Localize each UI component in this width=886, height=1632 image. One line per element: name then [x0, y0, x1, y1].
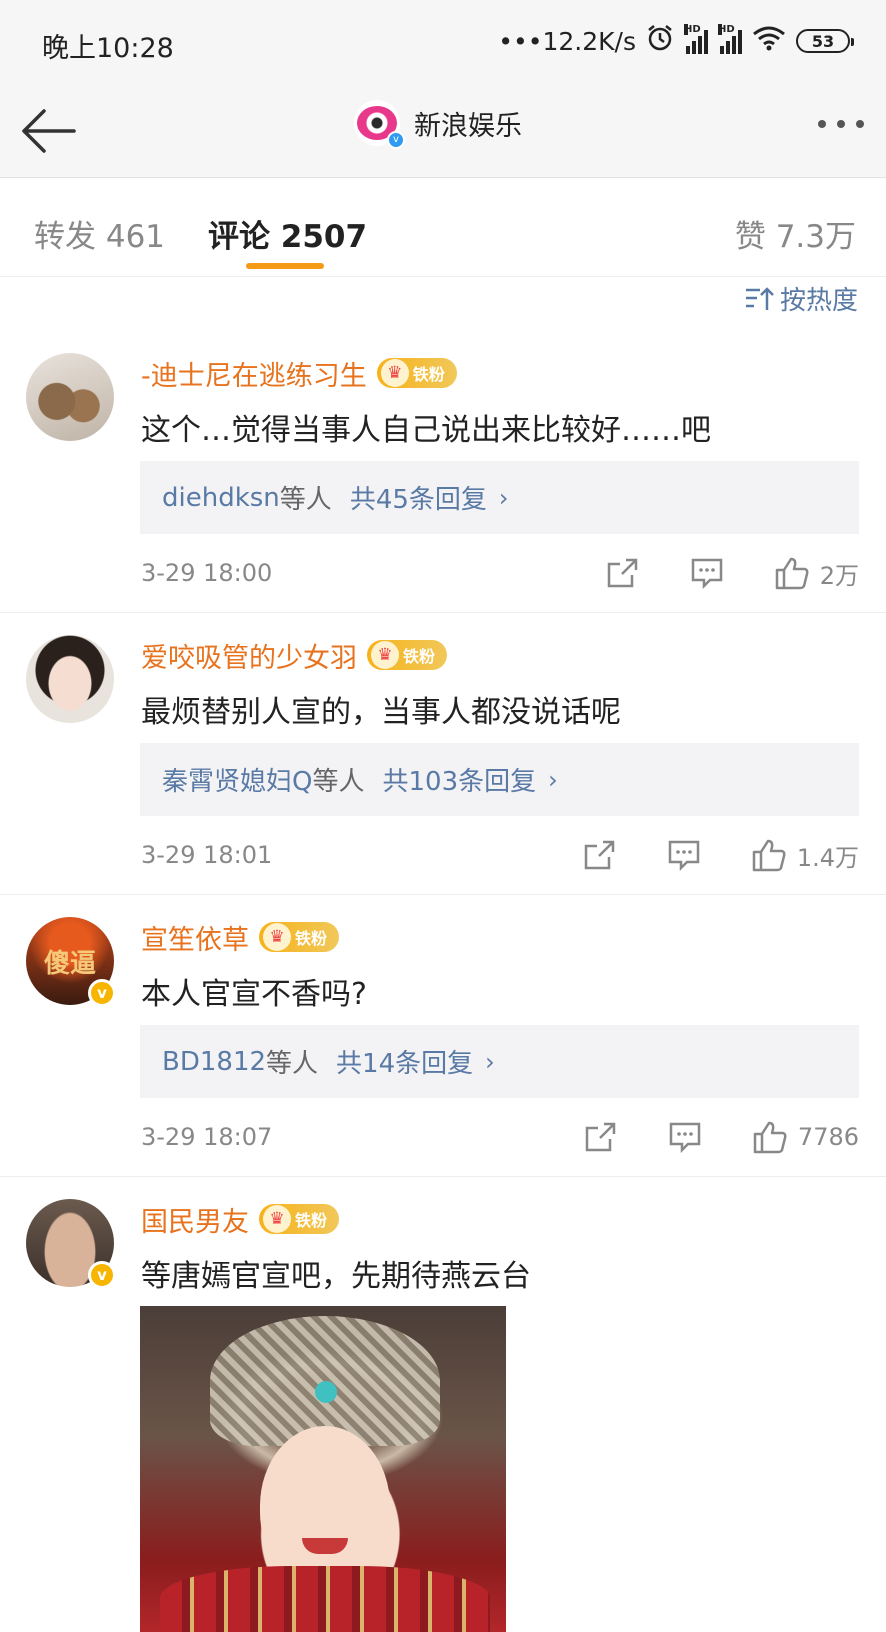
- tab-comment[interactable]: 评论 2507: [208, 211, 367, 256]
- sort-button[interactable]: 按热度: [744, 280, 858, 317]
- crown-icon: ♛: [371, 641, 399, 669]
- fan-badge-label: 铁粉: [412, 365, 445, 384]
- portrait-face: [260, 1426, 390, 1586]
- thumbs-up-icon: [752, 839, 786, 872]
- reply-summary[interactable]: 秦霄贤媳妇Q 等人 共103条回复 ›: [140, 743, 859, 816]
- comment-item: 傻逼 v 宣笙依草 ♛ 铁粉 本人官宣不香吗? BD1812 等人 共14条回复…: [0, 917, 886, 1177]
- back-button[interactable]: [20, 106, 80, 156]
- username[interactable]: 国民男友: [141, 1200, 249, 1239]
- comment-text: 本人官宣不香吗?: [141, 977, 367, 1012]
- comment-item: -迪士尼在逃练习生 ♛ 铁粉 这个…觉得当事人自己说出来比较好……吧 diehd…: [0, 353, 886, 613]
- like-button[interactable]: 7786: [752, 1120, 859, 1154]
- username[interactable]: -迪士尼在逃练习生: [141, 354, 367, 393]
- tab-active-indicator: [246, 263, 324, 269]
- account-header[interactable]: v 新浪娱乐: [354, 100, 522, 149]
- share-icon[interactable]: [584, 1121, 618, 1153]
- like-count: 1.4万: [796, 843, 859, 872]
- account-name[interactable]: 新浪娱乐: [414, 104, 522, 143]
- crown-icon: ♛: [263, 1205, 291, 1233]
- reply-count[interactable]: 共103条回复: [382, 761, 536, 798]
- hd-label: HD: [718, 24, 735, 35]
- alarm-icon: [646, 24, 674, 58]
- sort-label: 按热度: [779, 286, 858, 316]
- hd-label: HD: [684, 24, 701, 35]
- like-count: 2万: [819, 561, 859, 590]
- comment-time: 3-29 18:01: [141, 841, 273, 869]
- network-speed: •••12.2K/s: [498, 26, 636, 56]
- username[interactable]: 爱咬吸管的少女羽: [141, 636, 357, 675]
- avatar[interactable]: [26, 353, 114, 441]
- avatar-text: 傻逼: [43, 948, 96, 979]
- thumbs-up-icon: [753, 1121, 787, 1154]
- comment-item: 爱咬吸管的少女羽 ♛ 铁粉 最烦替别人宣的，当事人都没说话呢 秦霄贤媳妇Q 等人…: [0, 635, 886, 895]
- comment-icon[interactable]: [667, 839, 701, 871]
- reply-count[interactable]: 共14条回复: [336, 1043, 473, 1080]
- more-dots-icon[interactable]: [818, 120, 864, 128]
- reply-summary[interactable]: diehdksn 等人 共45条回复 ›: [140, 461, 859, 534]
- thumbs-up-icon: [775, 557, 809, 590]
- signal-icon-2: HD: [718, 24, 742, 54]
- verified-badge-icon: v: [88, 979, 116, 1007]
- fan-badge-label: 铁粉: [295, 1211, 328, 1230]
- username[interactable]: 宣笙依草: [141, 918, 249, 957]
- arrow-left-icon: [22, 109, 76, 153]
- crown-icon: ♛: [263, 923, 291, 951]
- like-button[interactable]: 1.4万: [751, 838, 859, 873]
- crown-icon: ♛: [380, 359, 409, 387]
- fan-badge-label: 铁粉: [295, 929, 328, 948]
- avatar[interactable]: [26, 635, 114, 723]
- reply-users[interactable]: 秦霄贤媳妇Q: [162, 761, 312, 798]
- reply-etc: 等人: [266, 1049, 319, 1079]
- fan-badge: ♛ 铁粉: [259, 1204, 340, 1234]
- status-bar: 晚上10:28 •••12.2K/s HD HD 53: [0, 0, 886, 84]
- comment-icon[interactable]: [690, 557, 724, 589]
- comment-text: 等唐嫣官宣吧，先期待燕云台: [141, 1259, 531, 1294]
- reply-users[interactable]: diehdksn: [162, 483, 280, 513]
- comment-time: 3-29 18:07: [141, 1123, 273, 1151]
- avatar[interactable]: 傻逼 v: [26, 917, 116, 1007]
- avatar[interactable]: v: [26, 1199, 116, 1289]
- fan-badge: ♛ 铁粉: [376, 358, 457, 388]
- headdress-gem: [315, 1381, 337, 1403]
- account-avatar[interactable]: v: [354, 100, 405, 149]
- comment-image[interactable]: [140, 1306, 506, 1632]
- portrait-robe: [160, 1566, 490, 1632]
- fan-badge-label: 铁粉: [403, 647, 436, 666]
- comment-icon[interactable]: [668, 1121, 702, 1153]
- comment-text: 这个…觉得当事人自己说出来比较好……吧: [141, 413, 711, 448]
- reply-users[interactable]: BD1812: [162, 1047, 266, 1077]
- sort-icon: [745, 286, 774, 310]
- fan-badge: ♛ 铁粉: [367, 640, 448, 670]
- battery-icon: 53: [796, 29, 854, 53]
- like-count: 7786: [797, 1123, 859, 1151]
- status-icons: •••12.2K/s HD HD 53: [498, 24, 854, 58]
- like-button[interactable]: 2万: [774, 556, 859, 591]
- fan-badge: ♛ 铁粉: [259, 922, 340, 952]
- comment-text: 最烦替别人宣的，当事人都没说话呢: [141, 695, 621, 730]
- signal-icon: HD: [684, 24, 708, 54]
- status-time: 晚上10:28: [42, 33, 174, 64]
- reply-etc: 等人: [312, 767, 365, 797]
- tab-like[interactable]: 赞 7.3万: [735, 211, 856, 256]
- tab-bar: 转发 461 评论 2507 赞 7.3万: [0, 179, 886, 277]
- reply-etc: 等人: [279, 485, 332, 515]
- verified-badge-icon: v: [387, 131, 405, 149]
- chevron-right-icon: ›: [485, 1047, 495, 1076]
- share-icon[interactable]: [606, 557, 640, 589]
- wifi-icon: [752, 25, 786, 57]
- chevron-right-icon: ›: [498, 483, 509, 512]
- tab-forward[interactable]: 转发 461: [34, 211, 165, 256]
- comment-time: 3-29 18:00: [141, 559, 273, 587]
- share-icon[interactable]: [583, 839, 617, 871]
- nav-bar: v 新浪娱乐: [0, 84, 886, 178]
- chevron-right-icon: ›: [548, 765, 558, 794]
- verified-badge-icon: v: [88, 1261, 116, 1289]
- reply-summary[interactable]: BD1812 等人 共14条回复 ›: [140, 1025, 859, 1098]
- reply-count[interactable]: 共45条回复: [350, 479, 487, 516]
